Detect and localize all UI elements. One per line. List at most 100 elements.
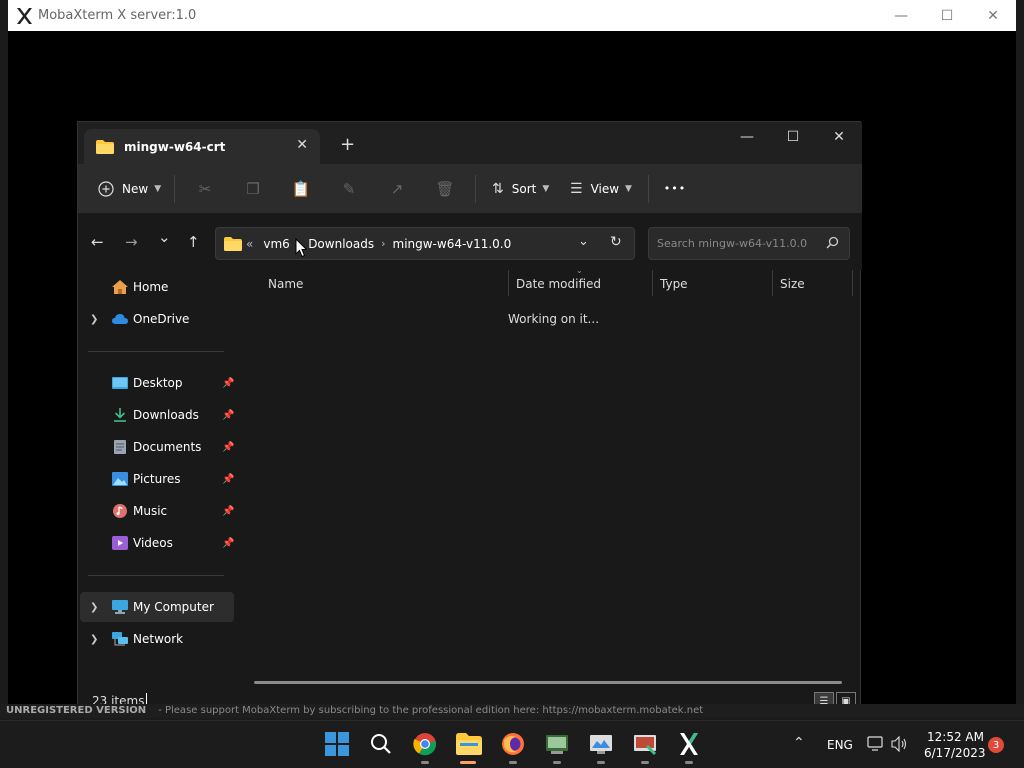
new-button[interactable]: New ▼	[98, 173, 168, 205]
running-indicator	[421, 761, 429, 764]
chrome-icon[interactable]	[412, 731, 438, 757]
search-box[interactable]	[648, 227, 850, 260]
xserver-close-button[interactable]: ✕	[970, 0, 1016, 31]
unregistered-banner: UNREGISTERED VERSION - Please support Mob…	[0, 704, 1024, 718]
active-indicator	[460, 761, 476, 764]
pin-icon[interactable]: 📌	[222, 538, 234, 549]
paste-icon[interactable]: 📋	[277, 173, 325, 205]
navigation-row: ← → ⌄ ↑ « vm6 › Downloads › mingw-w64-v1…	[78, 214, 862, 270]
monitor-app-icon[interactable]	[588, 731, 614, 757]
column-divider[interactable]	[652, 270, 653, 296]
chevron-right-icon[interactable]: ❯	[90, 314, 98, 325]
folder-icon	[96, 139, 114, 154]
tab-close-icon[interactable]: ✕	[296, 137, 308, 153]
sidebar-item-onedrive[interactable]: ❯ OneDrive	[80, 304, 234, 334]
sort-button[interactable]: ⇅ Sort ▼	[482, 173, 560, 205]
sidebar-item-downloads[interactable]: Downloads 📌	[80, 400, 234, 430]
rename-icon[interactable]: ✎	[325, 173, 373, 205]
refresh-icon[interactable]: ↻	[610, 234, 622, 250]
sidebar-item-documents[interactable]: Documents 📌	[80, 432, 234, 462]
horizontal-scrollbar[interactable]	[254, 681, 842, 684]
delete-icon[interactable]: 🗑	[421, 173, 469, 205]
column-header-date-modified[interactable]: Date modified	[516, 277, 601, 291]
chevron-right-icon[interactable]: ›	[381, 237, 385, 250]
pin-icon[interactable]: 📌	[222, 378, 234, 389]
back-arrow-icon[interactable]: ←	[91, 233, 104, 251]
pin-icon[interactable]: 📌	[222, 474, 234, 485]
copy-icon[interactable]: ❐	[229, 173, 277, 205]
column-divider[interactable]	[772, 270, 773, 296]
column-header-type[interactable]: Type	[660, 277, 688, 291]
column-divider[interactable]	[852, 270, 853, 296]
running-indicator	[509, 761, 517, 764]
address-bar[interactable]: « vm6 › Downloads › mingw-w64-v11.0.0 ⌄ …	[215, 227, 635, 260]
file-explorer-icon[interactable]	[456, 731, 482, 757]
sidebar-item-network[interactable]: ❯ Network	[80, 624, 234, 654]
sidebar-item-home[interactable]: Home	[80, 272, 234, 302]
firefox-icon[interactable]	[500, 731, 526, 757]
divider	[88, 575, 224, 576]
mouse-pointer-icon	[295, 238, 307, 258]
column-header-name[interactable]: Name	[268, 277, 303, 291]
forward-arrow-icon[interactable]: →	[125, 233, 138, 251]
cut-icon[interactable]: ✂	[181, 173, 229, 205]
taskbar-search-icon[interactable]	[368, 731, 394, 757]
recent-locations-icon[interactable]: ⌄	[158, 228, 171, 246]
sort-icon: ⇅	[492, 180, 504, 197]
more-options-button[interactable]: •••	[655, 173, 695, 205]
chevron-down-icon: ▼	[154, 183, 162, 194]
breadcrumb-overflow-icon[interactable]: «	[246, 237, 253, 251]
tab-mingw-w64-crt[interactable]: mingw-w64-crt ✕	[84, 129, 320, 164]
music-icon	[113, 504, 127, 518]
divider	[88, 351, 224, 352]
running-indicator	[685, 761, 693, 764]
up-arrow-icon[interactable]: ↑	[187, 233, 200, 251]
chevron-right-icon[interactable]: ❯	[90, 602, 98, 613]
xserver-maximize-button[interactable]: ☐	[924, 0, 970, 31]
sidebar-item-desktop[interactable]: Desktop 📌	[80, 368, 234, 398]
tab-bar: mingw-w64-crt ✕ + — ☐ ✕	[78, 122, 862, 164]
explorer-close-button[interactable]: ✕	[816, 122, 862, 152]
mobaxterm-app-icon[interactable]	[632, 731, 658, 757]
view-list-icon: ☰	[570, 180, 583, 197]
pin-icon[interactable]: 📌	[222, 410, 234, 421]
explorer-minimize-button[interactable]: —	[724, 122, 770, 152]
volume-icon[interactable]	[891, 736, 909, 752]
terminal-app-icon[interactable]	[544, 731, 570, 757]
sort-indicator-icon: ⌄	[576, 266, 583, 275]
column-divider[interactable]	[508, 270, 509, 296]
search-input[interactable]	[649, 228, 819, 259]
breadcrumb-mingw-w64[interactable]: mingw-w64-v11.0.0	[393, 237, 512, 251]
column-header-size[interactable]: Size	[780, 277, 805, 291]
notification-badge[interactable]: 3	[988, 737, 1004, 753]
xserver-titlebar[interactable]: MobaXterm X server:1.0 — ☐ ✕	[8, 0, 1016, 31]
sidebar-item-videos[interactable]: Videos 📌	[80, 528, 234, 558]
plus-circle-icon	[98, 180, 114, 197]
sidebar-item-pictures[interactable]: Pictures 📌	[80, 464, 234, 494]
explorer-maximize-button[interactable]: ☐	[770, 122, 816, 152]
address-history-dropdown-icon[interactable]: ⌄	[578, 234, 589, 249]
x-server-icon[interactable]	[676, 731, 702, 757]
share-icon[interactable]: ↗	[373, 173, 421, 205]
chevron-down-icon: ▼	[542, 183, 550, 194]
new-tab-button[interactable]: +	[340, 134, 355, 155]
sidebar-item-my-computer[interactable]: ❯ My Computer	[80, 592, 234, 622]
navigation-pane: Home ❯ OneDrive Desktop 📌 Downloads 📌 Do…	[78, 270, 236, 690]
sidebar-item-music[interactable]: Music 📌	[80, 496, 234, 526]
separator	[648, 174, 649, 203]
breadcrumb-downloads[interactable]: Downloads	[308, 237, 374, 251]
xserver-minimize-button[interactable]: —	[878, 0, 924, 31]
pin-icon[interactable]: 📌	[222, 506, 234, 517]
clock[interactable]: 12:52 AM 6/17/2023	[924, 729, 986, 761]
pin-icon[interactable]: 📌	[222, 442, 234, 453]
tray-overflow-chevron-icon[interactable]: ⌃	[793, 735, 805, 751]
clock-date: 6/17/2023	[924, 746, 986, 760]
file-list-pane[interactable]: Name ⌄ Date modified Type Size Working o…	[236, 266, 861, 690]
view-button[interactable]: ☰ View ▼	[560, 173, 642, 205]
breadcrumb-vm6[interactable]: vm6	[263, 237, 289, 251]
desktop-icon	[112, 377, 128, 389]
chevron-right-icon[interactable]: ❯	[90, 634, 98, 645]
start-windows-icon[interactable]	[324, 731, 350, 757]
input-language[interactable]: ENG	[827, 738, 853, 752]
network-status-icon[interactable]	[867, 736, 885, 752]
